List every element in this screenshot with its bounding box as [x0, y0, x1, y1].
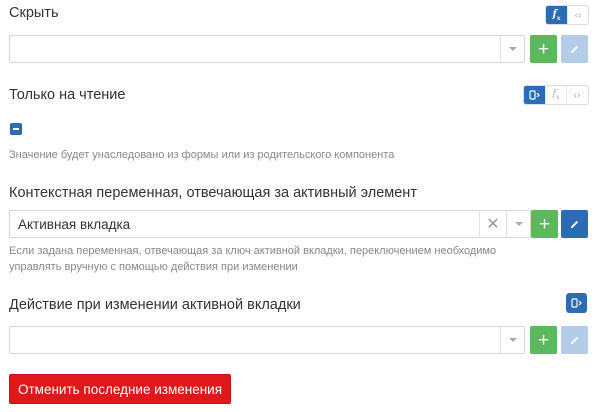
readonly-label: Только на чтение: [9, 87, 126, 103]
hide-select[interactable]: [9, 35, 525, 63]
pencil-icon: [570, 220, 579, 228]
context-var-add-button[interactable]: +: [531, 210, 558, 238]
on-change-mode-switcher: [566, 293, 589, 313]
toggle-icon[interactable]: [566, 293, 587, 313]
hide-add-button[interactable]: +: [530, 35, 557, 63]
chevron-down-icon[interactable]: [500, 36, 524, 62]
on-change-label: Действие при изменении активной вкладки: [9, 297, 301, 313]
hide-edit-button[interactable]: [561, 35, 588, 63]
fx-icon[interactable]: fx: [545, 86, 566, 104]
on-change-edit-button[interactable]: [561, 326, 588, 354]
context-var-select[interactable]: Активная вкладка ✕: [9, 210, 531, 238]
fx-icon[interactable]: fx: [546, 6, 567, 24]
readonly-checkbox[interactable]: [10, 123, 22, 135]
pencil-icon: [570, 336, 579, 344]
pencil-icon: [570, 45, 579, 53]
context-var-edit-button[interactable]: [561, 210, 588, 238]
readonly-hint: Значение будет унаследовано из формы или…: [9, 149, 395, 161]
plus-icon: +: [538, 213, 551, 235]
context-var-hint-line2: управлять вручную с помощью действия при…: [9, 261, 298, 273]
clear-icon[interactable]: ✕: [479, 211, 506, 237]
readonly-mode-switcher: fx ‹›: [523, 85, 589, 105]
chevron-down-icon[interactable]: [500, 327, 524, 353]
chevron-down-icon[interactable]: [506, 211, 530, 237]
code-icon[interactable]: ‹›: [566, 86, 587, 104]
plus-icon: +: [537, 38, 550, 60]
toggle-icon[interactable]: [524, 86, 545, 104]
context-var-hint-line1: Если задана переменная, отвечающая за кл…: [9, 245, 497, 257]
on-change-select[interactable]: [9, 326, 525, 354]
on-change-add-button[interactable]: +: [530, 326, 557, 354]
plus-icon: +: [537, 329, 550, 351]
revert-changes-button[interactable]: Отменить последние изменения: [9, 374, 232, 404]
context-var-value: Активная вкладка: [18, 217, 131, 232]
code-icon[interactable]: ‹›: [567, 6, 588, 24]
hide-mode-switcher: fx ‹›: [545, 5, 589, 25]
hide-label: Скрыть: [9, 5, 59, 21]
context-var-label: Контекстная переменная, отвечающая за ак…: [9, 185, 417, 201]
